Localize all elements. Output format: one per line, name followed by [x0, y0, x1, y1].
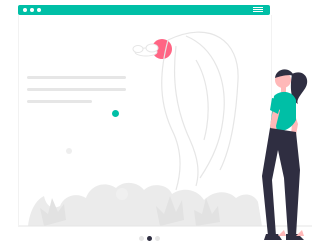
- illustration-canvas: [0, 0, 324, 251]
- rock-icon: [116, 188, 128, 200]
- leaf-outline-icon: [161, 31, 239, 191]
- carousel-dot-active[interactable]: [147, 236, 152, 241]
- scene-drawing: [18, 31, 312, 240]
- carousel-dot[interactable]: [155, 236, 160, 241]
- cloud-icon: [132, 43, 159, 57]
- carousel-dot[interactable]: [139, 236, 144, 241]
- woman-figure: [262, 69, 308, 240]
